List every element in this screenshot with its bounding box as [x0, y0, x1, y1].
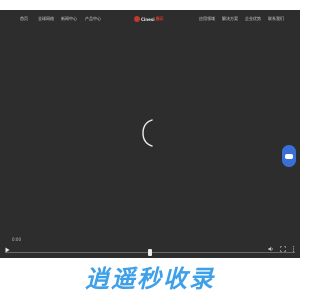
menu-icon[interactable]	[283, 3, 288, 17]
nav-item-news[interactable]: 新闻中心	[61, 16, 77, 22]
banner-title: 逍遥秒收录	[85, 265, 215, 293]
logo-text: Cinesi	[141, 16, 155, 22]
progress-handle[interactable]	[148, 249, 152, 256]
play-icon[interactable]	[5, 238, 10, 257]
loading-spinner-icon	[140, 118, 156, 152]
nav-item-solutions[interactable]: 解决方案	[222, 16, 238, 22]
top-utility-icons	[255, 0, 288, 18]
nav-item-applications[interactable]: 应用领域	[199, 16, 215, 22]
main-nav: 首页 全球网络 新闻中心 产品中心 Cinesi 展示 应用领域 解决方案 企业…	[0, 10, 300, 30]
player-controls: 0:00	[0, 232, 300, 258]
nav-item-advantages[interactable]: 企业优势	[245, 16, 261, 22]
fullscreen-icon[interactable]	[280, 237, 286, 256]
site-banner: 逍遥秒收录	[0, 258, 300, 300]
chat-icon	[285, 153, 293, 159]
phone-icon[interactable]	[255, 3, 260, 18]
nav-item-global-network[interactable]: 全球网络	[38, 16, 54, 22]
page: 首页 全球网络 新闻中心 产品中心 Cinesi 展示 应用领域 解决方案 企业…	[0, 0, 300, 300]
nav-item-products[interactable]: 产品中心	[85, 16, 101, 22]
search-icon[interactable]	[269, 3, 274, 18]
logo[interactable]: Cinesi 展示	[134, 16, 164, 22]
nav-item-home[interactable]: 首页	[20, 16, 28, 22]
more-icon[interactable]	[292, 237, 295, 256]
video-player[interactable]: 首页 全球网络 新闻中心 产品中心 Cinesi 展示 应用领域 解决方案 企业…	[0, 10, 300, 258]
logo-accent: 展示	[155, 16, 164, 21]
nav-item-contact[interactable]: 联系我们	[268, 16, 284, 22]
volume-icon[interactable]	[268, 237, 274, 256]
logo-mark-icon	[134, 16, 140, 22]
time-label: 0:00	[12, 237, 21, 242]
floating-chat-button[interactable]	[282, 145, 296, 167]
